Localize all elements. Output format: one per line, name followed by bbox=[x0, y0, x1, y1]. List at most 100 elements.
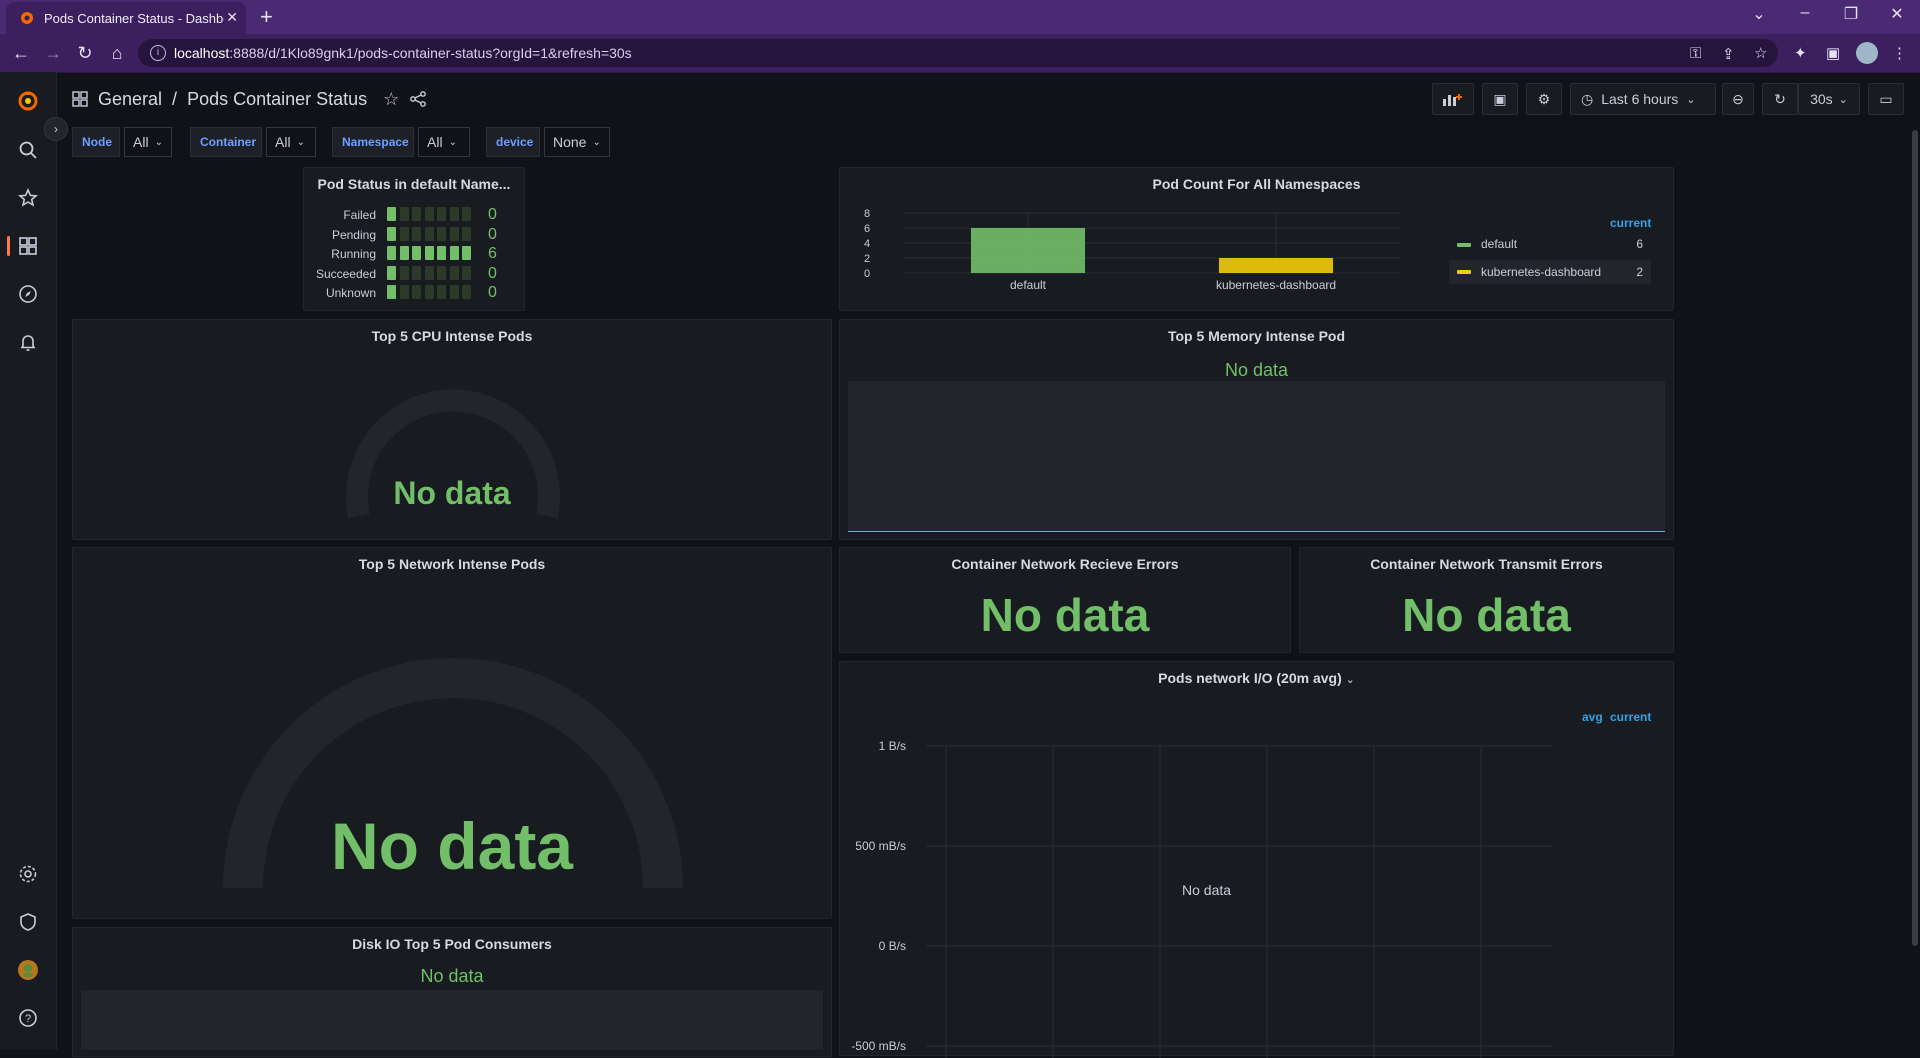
status-cell[interactable] bbox=[449, 246, 459, 260]
panel-title[interactable]: Container Network Transmit Errors bbox=[1300, 556, 1673, 572]
status-cell[interactable] bbox=[449, 285, 459, 299]
status-cell[interactable] bbox=[424, 285, 434, 299]
time-picker-button[interactable]: ◷ Last 6 hours ⌄ bbox=[1570, 83, 1716, 115]
status-cell[interactable] bbox=[424, 265, 434, 280]
panel-title[interactable]: Pods network I/O (20m avg) ⌄ bbox=[840, 670, 1673, 686]
legend-header-current[interactable]: current bbox=[1610, 710, 1651, 724]
url-field[interactable]: i localhost:8888/d/1Klo89gnk1/pods-conta… bbox=[138, 39, 1778, 67]
explore-icon[interactable] bbox=[16, 282, 40, 306]
breadcrumb-folder[interactable]: General bbox=[98, 89, 162, 110]
status-cell[interactable] bbox=[424, 246, 434, 260]
status-cell[interactable] bbox=[387, 246, 396, 260]
status-cell[interactable] bbox=[399, 285, 409, 299]
close-window-button[interactable]: ✕ bbox=[1874, 4, 1920, 24]
refresh-interval-picker[interactable]: 30s ⌄ bbox=[1798, 83, 1860, 115]
status-cell[interactable] bbox=[462, 246, 471, 260]
minimize-button[interactable]: – bbox=[1782, 4, 1828, 22]
status-cell[interactable] bbox=[387, 207, 396, 221]
status-cell[interactable] bbox=[399, 246, 409, 260]
status-cell[interactable] bbox=[412, 265, 421, 280]
grafana-logo-icon[interactable] bbox=[16, 88, 40, 112]
tab-search-icon[interactable]: ⌄ bbox=[1736, 4, 1782, 24]
variable-select-device[interactable]: None ⌄ bbox=[544, 127, 610, 157]
add-panel-button[interactable] bbox=[1432, 83, 1474, 115]
tv-mode-button[interactable]: ▭ bbox=[1868, 83, 1904, 115]
status-cell[interactable] bbox=[399, 207, 409, 221]
status-cell[interactable] bbox=[437, 207, 446, 221]
status-cell[interactable] bbox=[462, 226, 471, 241]
profile-avatar[interactable] bbox=[1856, 42, 1878, 64]
extensions-icon[interactable]: ✦ bbox=[1794, 44, 1807, 62]
help-icon[interactable]: ? bbox=[16, 1006, 40, 1030]
status-cell[interactable] bbox=[437, 285, 446, 299]
status-cell[interactable] bbox=[449, 207, 459, 221]
legend-header-current[interactable]: current bbox=[1610, 216, 1651, 230]
panel-title[interactable]: Pod Status in default Name... bbox=[304, 176, 524, 192]
status-cell[interactable] bbox=[387, 285, 396, 299]
dashboards-icon[interactable] bbox=[7, 234, 40, 258]
status-cell[interactable] bbox=[424, 207, 434, 221]
status-value: 0 bbox=[488, 284, 497, 301]
save-dashboard-button[interactable]: ▣ bbox=[1482, 83, 1518, 115]
legend-header-avg[interactable]: avg bbox=[1582, 710, 1603, 724]
status-cell[interactable] bbox=[449, 226, 459, 241]
status-cell[interactable] bbox=[399, 265, 409, 280]
dashboard-settings-button[interactable]: ⚙ bbox=[1526, 83, 1562, 115]
status-cell[interactable] bbox=[437, 265, 446, 280]
browser-tab[interactable]: Pods Container Status - Dashboard ✕ bbox=[6, 2, 246, 34]
status-cell[interactable] bbox=[387, 226, 396, 241]
favorite-star-icon[interactable]: ☆ bbox=[383, 89, 399, 110]
status-cell[interactable] bbox=[437, 226, 446, 241]
settings-icon[interactable] bbox=[16, 862, 40, 886]
search-icon[interactable] bbox=[16, 138, 40, 162]
expand-menu-button[interactable]: › bbox=[44, 117, 68, 141]
panel-title[interactable]: Pod Count For All Namespaces bbox=[840, 176, 1673, 192]
status-cell[interactable] bbox=[462, 285, 471, 299]
panel-title[interactable]: Top 5 CPU Intense Pods bbox=[73, 328, 831, 344]
side-panel-icon[interactable]: ▣ bbox=[1826, 44, 1840, 62]
status-cell[interactable] bbox=[462, 207, 471, 221]
status-cell[interactable] bbox=[412, 207, 421, 221]
key-icon[interactable]: ⚿ bbox=[1690, 45, 1701, 62]
share-icon[interactable]: ⇪ bbox=[1722, 45, 1735, 63]
page-title[interactable]: Pods Container Status bbox=[187, 89, 367, 110]
status-cell[interactable] bbox=[412, 246, 421, 260]
status-cell[interactable] bbox=[424, 226, 434, 241]
zoom-out-button[interactable]: ⊖ bbox=[1722, 83, 1754, 115]
status-cell[interactable] bbox=[449, 265, 459, 280]
bookmark-star-icon[interactable]: ☆ bbox=[1754, 44, 1767, 62]
shield-icon[interactable] bbox=[16, 910, 40, 934]
reload-icon[interactable]: ↻ bbox=[74, 42, 96, 64]
alerting-icon[interactable] bbox=[16, 330, 40, 354]
panel-disk-io: Disk IO Top 5 Pod Consumers No data bbox=[72, 927, 832, 1057]
page-scrollbar[interactable] bbox=[1912, 130, 1918, 946]
no-data-text: No data bbox=[1402, 589, 1571, 641]
variable-select-container[interactable]: All ⌄ bbox=[266, 127, 316, 157]
restore-button[interactable]: ❐ bbox=[1828, 4, 1874, 24]
status-cell[interactable] bbox=[437, 246, 446, 260]
legend-item-kubernetes-dashboard[interactable]: kubernetes-dashboard 2 bbox=[1449, 260, 1651, 284]
browser-menu-icon[interactable]: ⋮ bbox=[1892, 44, 1907, 62]
status-cell[interactable] bbox=[387, 265, 396, 280]
panel-title[interactable]: Top 5 Network Intense Pods bbox=[73, 556, 831, 572]
home-icon[interactable]: ⌂ bbox=[106, 42, 128, 64]
site-info-icon[interactable]: i bbox=[150, 45, 166, 61]
variable-select-namespace[interactable]: All ⌄ bbox=[418, 127, 470, 157]
panel-title[interactable]: Top 5 Memory Intense Pod bbox=[840, 328, 1673, 344]
star-icon[interactable] bbox=[16, 186, 40, 210]
panel-title[interactable]: Disk IO Top 5 Pod Consumers bbox=[73, 936, 831, 952]
status-cell[interactable] bbox=[412, 226, 421, 241]
avatar[interactable] bbox=[16, 958, 40, 982]
legend-item-default[interactable]: default 6 bbox=[1449, 233, 1651, 257]
tab-close-icon[interactable]: ✕ bbox=[226, 9, 238, 26]
forward-icon[interactable]: → bbox=[42, 42, 64, 64]
variable-select-node[interactable]: All ⌄ bbox=[124, 127, 172, 157]
back-icon[interactable]: ← bbox=[10, 42, 32, 64]
status-cell[interactable] bbox=[412, 285, 421, 299]
status-cell[interactable] bbox=[399, 226, 409, 241]
status-cell[interactable] bbox=[462, 265, 471, 280]
share-dashboard-icon[interactable] bbox=[409, 90, 427, 108]
panel-title[interactable]: Container Network Recieve Errors bbox=[840, 556, 1290, 572]
new-tab-button[interactable]: + bbox=[260, 4, 273, 30]
refresh-button[interactable]: ↻ bbox=[1762, 83, 1798, 115]
